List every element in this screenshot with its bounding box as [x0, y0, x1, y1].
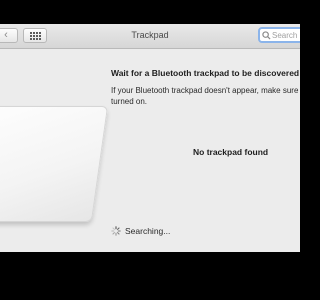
searching-label: Searching... — [125, 226, 171, 236]
back-chevron-icon: ‹ — [4, 29, 8, 41]
discovery-info: If your Bluetooth trackpad doesn't appea… — [111, 86, 300, 106]
window-toolbar: ‹ Trackpad Search — [0, 24, 300, 49]
searching-status: Searching... — [111, 226, 170, 236]
search-placeholder: Search — [272, 30, 298, 40]
trackpad-image — [0, 106, 109, 222]
grid-icon — [29, 31, 41, 40]
no-trackpad-status: No trackpad found — [193, 147, 269, 157]
search-field[interactable]: Search — [258, 27, 300, 43]
magnifier-icon — [262, 30, 271, 40]
preferences-window: ‹ Trackpad Search Wait for a Bluetooth t… — [0, 24, 300, 252]
discovery-heading: Wait for a Bluetooth trackpad to be disc… — [111, 68, 300, 78]
spinner-icon — [111, 226, 121, 236]
show-all-button[interactable] — [23, 28, 47, 43]
back-button[interactable]: ‹ — [0, 28, 18, 43]
